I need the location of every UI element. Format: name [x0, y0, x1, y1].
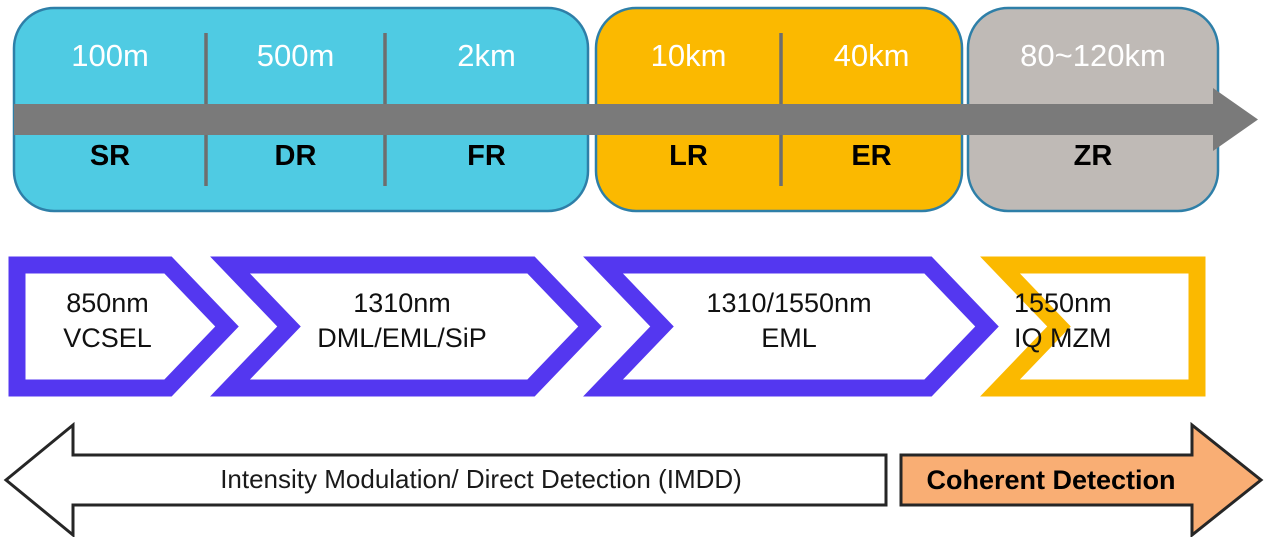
optics-wavelength-1310-1550nm: 1310/1550nm — [706, 288, 872, 318]
class-label-zr: ZR — [1073, 140, 1113, 172]
diagram-labels: 100m 500m 2km 10km 40km 80~120km SR DR F… — [0, 0, 1267, 537]
optics-label-1310-1550nm: 1310/1550nm EML — [634, 286, 944, 355]
class-label-dr: DR — [274, 140, 317, 172]
optics-label-1310nm: 1310nm DML/EML/SiP — [252, 286, 552, 355]
optics-label-1550nm: 1550nm IQ MZM — [1014, 286, 1186, 355]
optics-technology-1310-1550nm: EML — [761, 322, 817, 353]
reach-technology-diagram: 100m 500m 2km 10km 40km 80~120km SR DR F… — [0, 0, 1267, 537]
distance-label-zr: 80~120km — [1020, 38, 1166, 73]
distance-label-sr: 100m — [71, 38, 149, 73]
detection-label-coherent: Coherent Detection — [926, 465, 1176, 495]
optics-wavelength-850nm: 850nm — [66, 288, 149, 318]
optics-label-850nm: 850nm VCSEL — [30, 286, 185, 355]
class-label-lr: LR — [669, 140, 708, 172]
class-label-er: ER — [851, 140, 892, 172]
detection-label-imdd: Intensity Modulation/ Direct Detection (… — [220, 464, 742, 494]
distance-label-lr: 10km — [650, 38, 727, 73]
optics-technology-850nm: VCSEL — [63, 322, 152, 353]
class-label-fr: FR — [467, 140, 506, 172]
optics-wavelength-1310nm: 1310nm — [353, 288, 451, 318]
distance-label-fr: 2km — [457, 38, 516, 73]
optics-wavelength-1550nm: 1550nm — [1014, 288, 1112, 318]
optics-technology-1310nm: DML/EML/SiP — [317, 322, 487, 353]
distance-label-er: 40km — [833, 38, 910, 73]
class-label-sr: SR — [89, 140, 131, 172]
optics-technology-1550nm: IQ MZM — [1014, 322, 1112, 353]
distance-label-dr: 500m — [256, 38, 335, 73]
